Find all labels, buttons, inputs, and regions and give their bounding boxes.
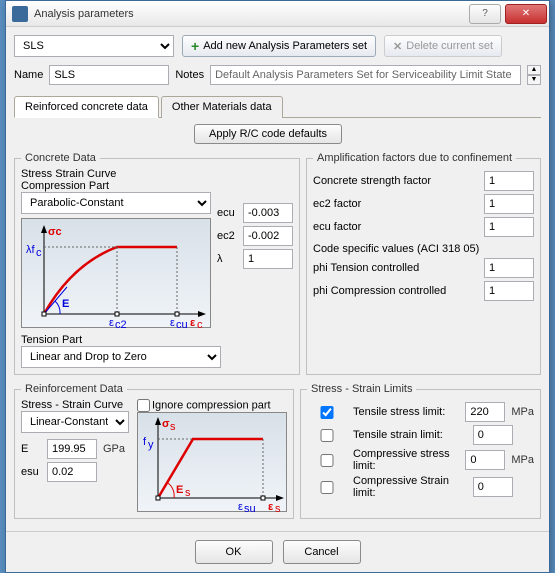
svg-text:ε: ε — [268, 501, 274, 513]
notes-spinner[interactable]: ▲▼ — [527, 65, 541, 85]
esu-input[interactable] — [47, 462, 97, 482]
svg-text:σc: σc — [48, 226, 62, 238]
plus-icon: + — [191, 38, 199, 54]
name-label: Name — [14, 69, 43, 81]
ec2-factor-input[interactable] — [484, 194, 534, 214]
tabs: Reinforced concrete data Other Materials… — [14, 95, 541, 118]
tensile-stress-input[interactable] — [465, 402, 505, 422]
svg-text:s: s — [275, 503, 281, 513]
notes-label: Notes — [175, 69, 204, 81]
svg-text:c: c — [197, 319, 203, 329]
tensile-stress-checkbox[interactable] — [307, 406, 347, 419]
add-paramset-button[interactable]: + Add new Analysis Parameters set — [182, 35, 376, 57]
compressive-stress-checkbox[interactable] — [307, 454, 347, 467]
window-title: Analysis parameters — [34, 8, 467, 20]
ignore-compression-checkbox[interactable] — [137, 399, 150, 412]
svg-text:y: y — [148, 439, 154, 451]
phi-tension-input[interactable] — [484, 258, 534, 278]
tension-part-label: Tension Part — [21, 334, 293, 346]
compression-part-select[interactable]: Parabolic-Constant — [21, 192, 211, 214]
ecu-factor-input[interactable] — [484, 217, 534, 237]
ok-button[interactable]: OK — [195, 540, 273, 564]
reinf-curve-select[interactable]: Linear-Constant — [21, 411, 129, 433]
svg-text:s: s — [170, 421, 176, 433]
tension-part-select[interactable]: Linear and Drop to Zero — [21, 346, 221, 368]
svg-text:c2: c2 — [115, 319, 127, 329]
limits-legend: Stress - Strain Limits — [307, 383, 416, 395]
svg-text:su: su — [244, 503, 256, 513]
stress-curve-label: Stress Strain Curve — [21, 168, 293, 180]
compression-part-label: Compression Part — [21, 180, 211, 192]
amp-legend: Amplification factors due to confinement — [313, 152, 516, 164]
lambda-input[interactable] — [243, 249, 293, 269]
svg-text:c: c — [36, 247, 42, 259]
name-input[interactable] — [49, 65, 169, 85]
reinf-curve-label: Stress - Strain Curve — [21, 399, 131, 411]
compressive-stress-input[interactable] — [465, 450, 505, 470]
dialog-window: Analysis parameters ? ✕ SLS + Add new An… — [5, 0, 550, 573]
apply-defaults-button[interactable]: Apply R/C code defaults — [194, 124, 342, 144]
tensile-strain-checkbox[interactable] — [307, 429, 347, 442]
app-icon — [12, 6, 28, 22]
concrete-strength-factor-input[interactable] — [484, 171, 534, 191]
svg-text:σ: σ — [162, 418, 170, 430]
concrete-legend: Concrete Data — [21, 152, 100, 164]
concrete-plot: σc λfc E εc2 εcu εc — [21, 218, 211, 328]
code-specific-label: Code specific values (ACI 318 05) — [313, 243, 534, 255]
ec2-input[interactable] — [243, 226, 293, 246]
E-input[interactable] — [47, 439, 97, 459]
reinf-plot: σs fy Es εsu εs — [137, 412, 287, 512]
svg-text:ε: ε — [170, 317, 175, 329]
titlebar: Analysis parameters ? ✕ — [6, 1, 549, 27]
paramset-select[interactable]: SLS — [14, 35, 174, 57]
svg-text:cu: cu — [176, 319, 188, 329]
close-button[interactable]: ✕ — [505, 4, 547, 24]
svg-text:E: E — [176, 484, 183, 496]
svg-text:ε: ε — [109, 317, 114, 329]
svg-text:s: s — [185, 487, 191, 499]
svg-text:ε: ε — [238, 501, 243, 513]
compressive-strain-input[interactable] — [473, 477, 513, 497]
help-button[interactable]: ? — [469, 4, 501, 24]
reinf-legend: Reinforcement Data — [21, 383, 127, 395]
ecu-input[interactable] — [243, 203, 293, 223]
svg-text:f: f — [143, 436, 147, 448]
compressive-strain-checkbox[interactable] — [307, 481, 347, 494]
delete-paramset-button: ✕ Delete current set — [384, 35, 502, 57]
svg-text:λf: λf — [26, 244, 36, 256]
tensile-strain-input[interactable] — [473, 425, 513, 445]
notes-input[interactable] — [210, 65, 521, 85]
tab-other-materials[interactable]: Other Materials data — [161, 96, 283, 118]
svg-text:E: E — [62, 298, 69, 310]
x-icon: ✕ — [393, 40, 402, 53]
svg-text:ε: ε — [190, 317, 196, 329]
phi-compression-input[interactable] — [484, 281, 534, 301]
cancel-button[interactable]: Cancel — [283, 540, 361, 564]
tab-reinforced-concrete[interactable]: Reinforced concrete data — [14, 96, 159, 118]
